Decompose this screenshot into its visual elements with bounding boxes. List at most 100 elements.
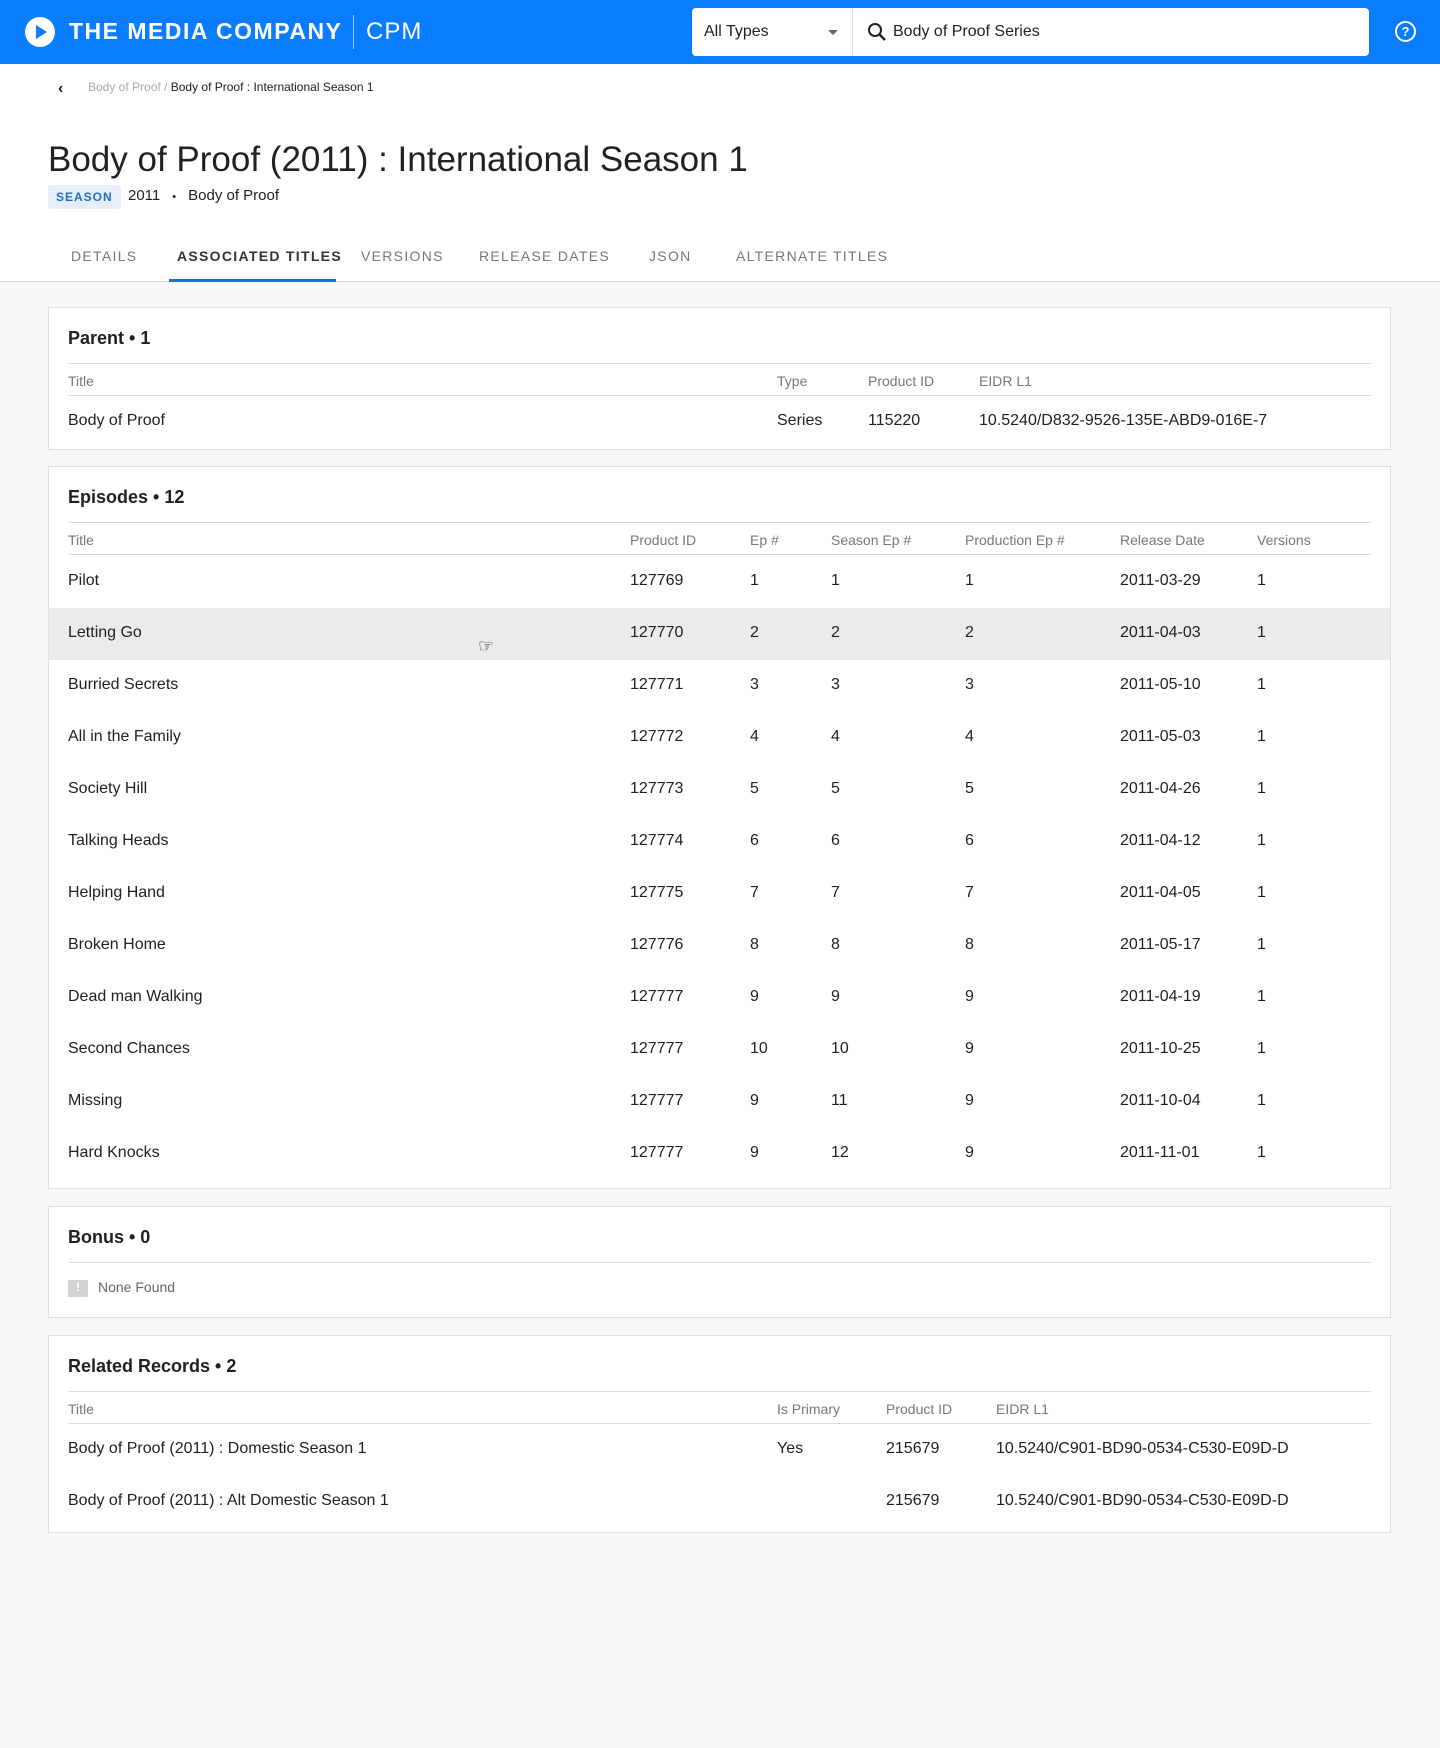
table-cell: 1 [831, 572, 840, 589]
bonus-divider [68, 1262, 1371, 1263]
table-cell: 127775 [630, 884, 684, 901]
table-cell: Missing [68, 1092, 123, 1109]
table-cell: 2 [965, 624, 974, 641]
table-cell: 2011-05-03 [1120, 728, 1201, 745]
table-cell: 6 [831, 832, 840, 849]
series-link[interactable]: Body of Proof [188, 187, 279, 204]
table-cell: 115220 [868, 412, 921, 429]
help-icon[interactable]: ? [1395, 21, 1416, 42]
column-header[interactable]: Product ID [886, 1401, 952, 1417]
table-cell: 127776 [630, 936, 684, 953]
table-row[interactable]: Second Chances 127777 10 10 9 2011-10-25 1 [49, 1024, 1390, 1076]
table-cell: 6 [750, 832, 759, 849]
tab-json[interactable]: JSON [649, 248, 692, 264]
table-row[interactable]: Hard Knocks 127777 9 12 9 2011-11-01 1 [49, 1128, 1390, 1180]
empty-state: ! None Found [68, 1279, 175, 1297]
table-cell: 3 [750, 676, 759, 693]
column-header[interactable]: Type [777, 373, 807, 389]
column-header[interactable]: Season Ep # [831, 532, 911, 548]
table-cell: 127774 [630, 832, 684, 849]
parent-card: Parent • 1 Title Type Product ID EIDR L1 Bod… [48, 307, 1391, 450]
search-box[interactable] [853, 8, 1369, 56]
table-row[interactable]: Burried Secrets 127771 3 3 3 2011-05-10 1 [49, 660, 1390, 712]
table-cell: 3 [965, 676, 974, 693]
related-table-header: Title Is Primary Product ID EIDR L1 [68, 1391, 1371, 1424]
column-header[interactable]: Title [68, 1401, 94, 1417]
tab-release-dates[interactable]: RELEASE DATES [479, 248, 610, 264]
table-cell: 9 [750, 1144, 759, 1161]
table-row[interactable]: Pilot 127769 1 1 1 2011-03-29 1 [49, 556, 1390, 608]
table-cell: 10.5240/C901-BD90-0534-C530-E09D-D [996, 1440, 1289, 1457]
divider [353, 15, 354, 49]
column-header[interactable]: Title [68, 532, 94, 548]
table-cell: 2011-05-17 [1120, 936, 1201, 953]
tab-details[interactable]: DETAILS [71, 248, 137, 264]
table-cell: Body of Proof (2011) : Alt Domestic Seas… [68, 1492, 389, 1509]
breadcrumb-parent-link[interactable]: Body of Proof [88, 80, 161, 94]
column-header[interactable]: EIDR L1 [996, 1401, 1049, 1417]
parent-table-header: Title Type Product ID EIDR L1 [68, 363, 1371, 396]
table-cell: 1 [1257, 884, 1266, 901]
table-row[interactable]: Broken Home 127776 8 8 8 2011-05-17 1 [49, 920, 1390, 972]
table-cell: 9 [750, 1092, 759, 1109]
table-cell: 215679 [886, 1492, 940, 1509]
search-input[interactable] [893, 8, 1353, 56]
table-cell: Series [777, 412, 823, 429]
column-header[interactable]: Ep # [750, 532, 779, 548]
table-cell: 9 [831, 988, 840, 1005]
table-cell: Yes [777, 1440, 804, 1457]
type-select[interactable]: All Types [692, 8, 853, 56]
table-cell: 2011-04-05 [1120, 884, 1201, 901]
table-cell: 8 [750, 936, 759, 953]
table-row[interactable]: Society Hill 127773 5 5 5 2011-04-26 1 [49, 764, 1390, 816]
table-cell: Helping Hand [68, 884, 165, 901]
table-row[interactable]: Helping Hand 127775 7 7 7 2011-04-05 1 [49, 868, 1390, 920]
table-cell: 1 [1257, 728, 1266, 745]
table-row[interactable]: Missing 127777 9 11 9 2011-10-04 1 [49, 1076, 1390, 1128]
table-cell: 5 [750, 780, 759, 797]
column-header[interactable]: Release Date [1120, 532, 1205, 548]
tab-associated-titles[interactable]: ASSOCIATED TITLES [177, 248, 342, 264]
related-heading: Related Records • 2 [68, 1356, 237, 1376]
table-cell: 9 [965, 1144, 974, 1161]
top-bar: THE MEDIA COMPANY CPM All Types ? [0, 0, 1440, 64]
column-header[interactable]: Product ID [868, 373, 934, 389]
table-row[interactable]: Body of Proof (2011) : Domestic Season 1… [49, 1424, 1390, 1476]
parent-heading: Parent • 1 [68, 328, 151, 348]
table-cell: Hard Knocks [68, 1144, 160, 1161]
bonus-heading: Bonus • 0 [68, 1227, 151, 1247]
table-cell: 2011-04-12 [1120, 832, 1201, 849]
column-header[interactable]: Versions [1257, 532, 1311, 548]
table-cell: 2011-04-19 [1120, 988, 1201, 1005]
table-cell: 10 [831, 1040, 849, 1057]
breadcrumb: Body of Proof / Body of Proof : Internat… [88, 80, 374, 94]
table-row[interactable]: Body of Proof Series 115220 10.5240/D832-95… [49, 396, 1390, 448]
brand-name: THE MEDIA COMPANY [69, 18, 343, 44]
table-row[interactable]: Letting Go 127770 2 2 2 2011-04-03 1 [49, 608, 1390, 660]
table-cell: 1 [1257, 988, 1266, 1005]
table-cell: 9 [965, 1092, 974, 1109]
table-cell: 127772 [630, 728, 684, 745]
column-header[interactable]: EIDR L1 [979, 373, 1032, 389]
tab-alternate-titles[interactable]: ALTERNATE TITLES [736, 248, 888, 264]
table-cell: 5 [965, 780, 974, 797]
table-row[interactable]: Talking Heads 127774 6 6 6 2011-04-12 1 [49, 816, 1390, 868]
table-cell: 6 [965, 832, 974, 849]
table-cell: 1 [965, 572, 974, 589]
table-row[interactable]: Dead man Walking 127777 9 9 9 2011-04-19 1 [49, 972, 1390, 1024]
column-header[interactable]: Title [68, 373, 94, 389]
column-header[interactable]: Is Primary [777, 1401, 840, 1417]
bonus-card: Bonus • 0 ! None Found [48, 1206, 1391, 1318]
back-chevron-icon[interactable]: ‹ [58, 80, 63, 98]
table-cell: 7 [831, 884, 840, 901]
table-row[interactable]: All in the Family 127772 4 4 4 2011-05-03 1 [49, 712, 1390, 764]
type-badge: SEASON [48, 185, 121, 209]
table-cell: 1 [750, 572, 759, 589]
table-cell: 127769 [630, 572, 684, 589]
column-header[interactable]: Production Ep # [965, 532, 1065, 548]
table-row[interactable]: Body of Proof (2011) : Alt Domestic Seas… [49, 1476, 1390, 1528]
table-cell: 127777 [630, 1144, 684, 1161]
tab-versions[interactable]: VERSIONS [361, 248, 444, 264]
column-header[interactable]: Product ID [630, 532, 696, 548]
table-cell: Talking Heads [68, 832, 169, 849]
